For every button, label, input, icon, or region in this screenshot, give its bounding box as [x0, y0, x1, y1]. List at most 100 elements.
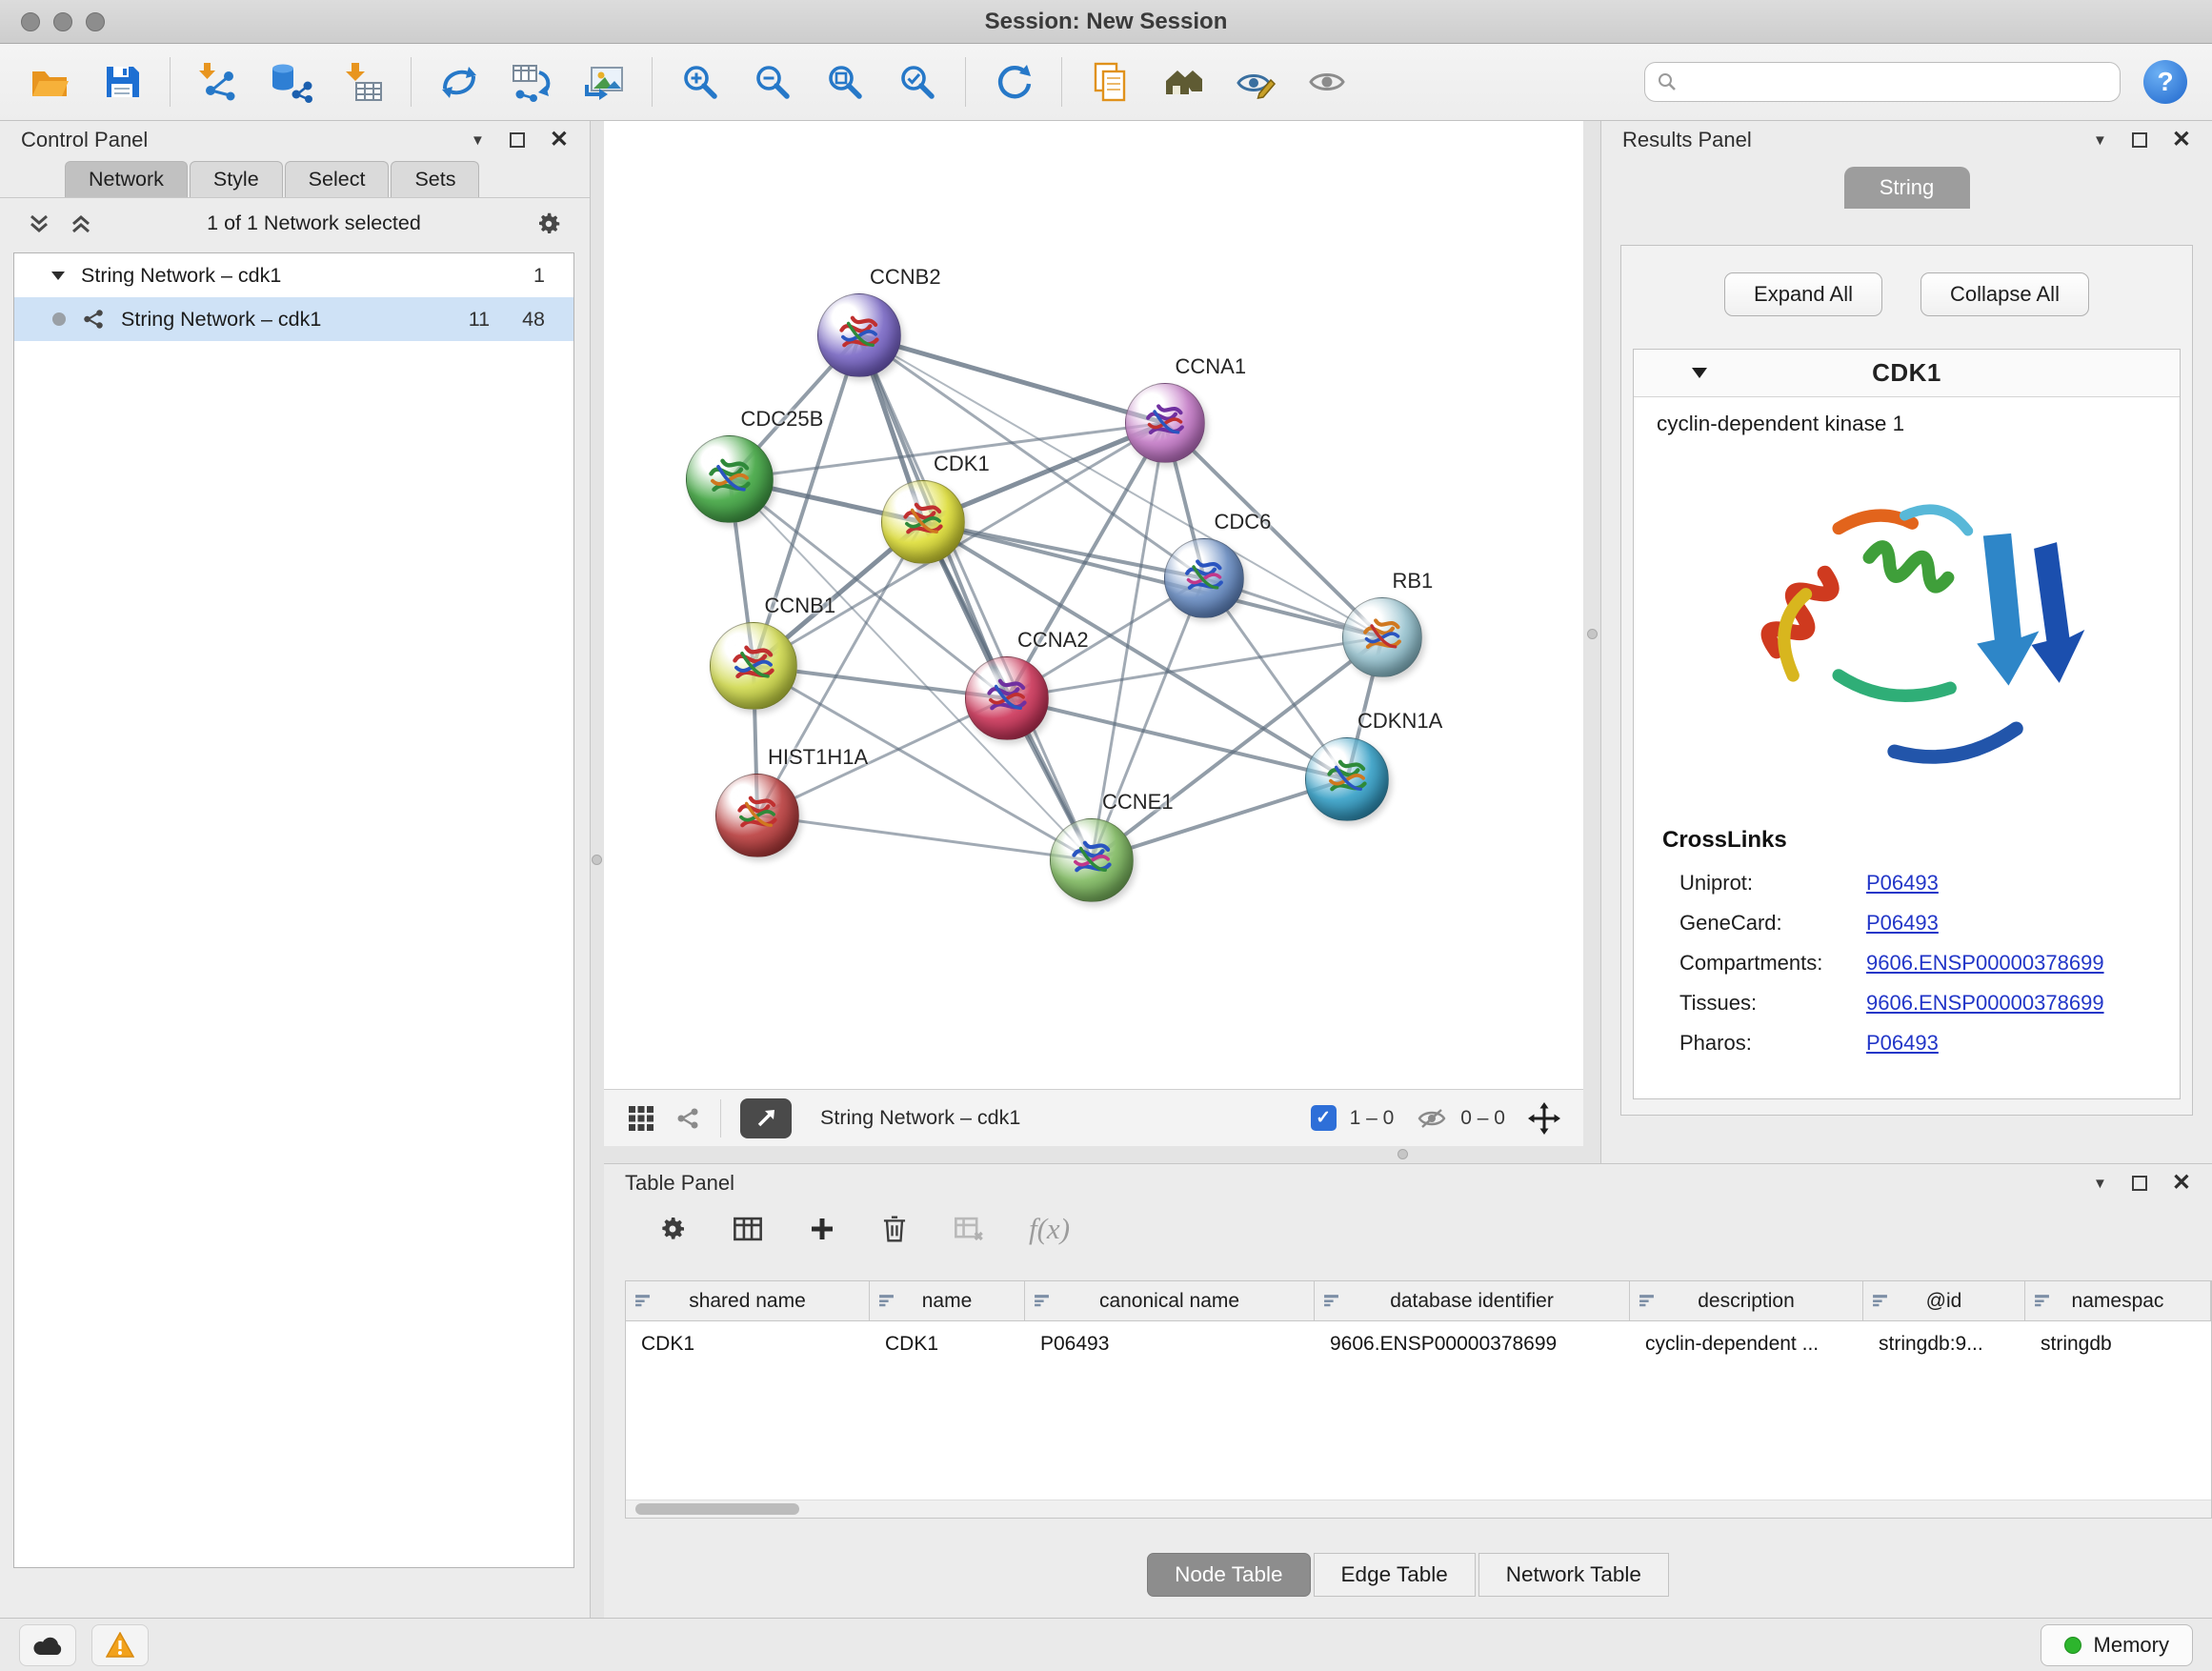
expand-all-networks-icon[interactable] [69, 212, 93, 235]
close-window-button[interactable] [21, 12, 40, 31]
network-node-rb1[interactable] [1342, 597, 1422, 677]
refresh-view-icon[interactable] [989, 57, 1038, 107]
crosslink-link[interactable]: 9606.ENSP00000378699 [1866, 991, 2104, 1016]
network-node-cdkn1a[interactable] [1305, 737, 1389, 821]
network-collection-row[interactable]: String Network – cdk1 1 [14, 253, 573, 297]
show-columns-icon[interactable] [732, 1215, 764, 1243]
import-network-from-database-icon[interactable] [266, 57, 315, 107]
column-header-name[interactable]: name [870, 1281, 1025, 1320]
panel-maximize-icon[interactable] [2132, 1176, 2147, 1191]
network-node-cdk1[interactable] [881, 480, 965, 564]
left-splitter-handle[interactable] [592, 855, 602, 865]
network-node-ccna2[interactable] [965, 656, 1049, 740]
table-settings-gear-icon[interactable] [657, 1214, 688, 1244]
import-network-from-file-icon[interactable] [193, 57, 243, 107]
home-icon[interactable] [1157, 57, 1207, 107]
create-network-from-table-icon[interactable] [507, 57, 556, 107]
zoom-in-icon[interactable] [675, 57, 725, 107]
memory-button[interactable]: Memory [2041, 1624, 2193, 1666]
save-session-icon[interactable] [97, 57, 147, 107]
function-builder-fx[interactable]: f(x) [1029, 1212, 1070, 1246]
cloud-status-button[interactable] [19, 1624, 76, 1666]
maximize-window-button[interactable] [86, 12, 105, 31]
gene-header[interactable]: CDK1 [1634, 350, 2180, 397]
network-overview-share-icon[interactable] [674, 1105, 701, 1132]
birds-eye-view-icon[interactable] [627, 1104, 655, 1133]
crosslink-link[interactable]: P06493 [1866, 871, 1939, 896]
show-graphics-details-icon[interactable] [1302, 57, 1352, 107]
column-header-namespace[interactable]: namespac [2025, 1281, 2211, 1320]
network-node-ccnb2[interactable] [817, 293, 901, 377]
crosslink-link[interactable]: 9606.ENSP00000378699 [1866, 951, 2104, 976]
bottom-splitter-handle[interactable] [1398, 1149, 1408, 1159]
gene-collapse-caret-icon[interactable] [1691, 366, 1708, 379]
network-row-selected[interactable]: String Network – cdk1 11 48 [14, 297, 573, 341]
column-header-label: @id [1926, 1290, 1962, 1313]
copy-document-icon[interactable] [1085, 57, 1135, 107]
tab-style[interactable]: Style [190, 161, 283, 197]
export-image-icon[interactable] [579, 57, 629, 107]
column-header-database-identifier[interactable]: database identifier [1315, 1281, 1630, 1320]
panel-close-icon[interactable]: ✕ [550, 129, 569, 151]
panel-maximize-icon[interactable] [510, 132, 525, 148]
horizontal-scrollbar[interactable] [626, 1500, 2211, 1518]
network-node-ccna1[interactable] [1125, 383, 1205, 463]
panel-close-icon[interactable]: ✕ [2172, 1172, 2191, 1195]
crosslink-row: Compartments: 9606.ENSP00000378699 [1634, 943, 2180, 983]
window-title: Session: New Session [0, 0, 2212, 44]
crosslink-row: GeneCard: P06493 [1634, 903, 2180, 943]
tab-node-table[interactable]: Node Table [1147, 1553, 1310, 1597]
right-splitter-handle[interactable] [1587, 629, 1598, 639]
selected-nodes-checkbox[interactable]: ✓ [1311, 1105, 1337, 1131]
network-node-label: CDKN1A [1357, 709, 1442, 734]
column-header-description[interactable]: description [1630, 1281, 1863, 1320]
column-header-id[interactable]: @id [1863, 1281, 2025, 1320]
delete-column-trash-icon[interactable] [880, 1214, 909, 1244]
network-node-cdc25b[interactable] [686, 435, 774, 523]
search-input[interactable] [1687, 70, 2108, 93]
tree-caret-icon[interactable] [50, 270, 66, 281]
panel-float-icon[interactable]: ▼ [471, 132, 485, 149]
zoom-fit-content-icon[interactable] [820, 57, 870, 107]
panel-close-icon[interactable]: ✕ [2172, 129, 2191, 151]
network-node-cdc6[interactable] [1164, 538, 1244, 618]
help-button[interactable]: ? [2143, 60, 2187, 104]
table-row[interactable]: CDK1 CDK1 P06493 9606.ENSP00000378699 cy… [626, 1321, 2211, 1367]
add-column-icon[interactable] [808, 1215, 836, 1243]
network-node-ccne1[interactable] [1050, 818, 1134, 902]
column-header-shared-name[interactable]: shared name [626, 1281, 870, 1320]
panel-float-icon[interactable]: ▼ [2093, 1176, 2107, 1192]
pan-crosshair-icon[interactable] [1528, 1102, 1560, 1135]
panel-maximize-icon[interactable] [2132, 132, 2147, 148]
import-table-from-file-icon[interactable] [338, 57, 388, 107]
open-session-icon[interactable] [25, 57, 74, 107]
expand-all-button[interactable]: Expand All [1724, 272, 1882, 316]
results-tab-string[interactable]: String [1844, 167, 1970, 209]
detach-view-button[interactable] [740, 1098, 792, 1138]
warnings-button[interactable] [91, 1624, 149, 1666]
tab-network[interactable]: Network [65, 161, 188, 197]
collapse-all-networks-icon[interactable] [27, 212, 51, 235]
hide-graphics-details-icon[interactable] [1230, 57, 1279, 107]
zoom-selected-icon[interactable] [893, 57, 942, 107]
crosslink-link[interactable]: P06493 [1866, 1031, 1939, 1056]
panel-float-icon[interactable]: ▼ [2093, 132, 2107, 149]
network-canvas[interactable]: CCNB2CCNA1CDC25BCDK1CDC6RB1CCNB1CCNA2CDK… [604, 121, 1583, 1089]
first-neighbors-icon[interactable] [434, 57, 484, 107]
network-options-gear-icon[interactable] [534, 210, 563, 238]
tab-select[interactable]: Select [285, 161, 390, 197]
network-node-hist1h1a[interactable] [715, 774, 799, 857]
tab-network-table[interactable]: Network Table [1478, 1553, 1669, 1597]
crosslink-link[interactable]: P06493 [1866, 911, 1939, 936]
minimize-window-button[interactable] [53, 12, 72, 31]
control-panel: Control Panel ▼ ✕ Network Style Select S… [0, 121, 591, 1618]
collapse-all-button[interactable]: Collapse All [1920, 272, 2089, 316]
search-field[interactable] [1644, 62, 2121, 102]
column-header-label: description [1698, 1290, 1795, 1313]
scrollbar-thumb[interactable] [635, 1503, 799, 1515]
tab-edge-table[interactable]: Edge Table [1314, 1553, 1476, 1597]
column-header-canonical-name[interactable]: canonical name [1025, 1281, 1315, 1320]
network-node-ccnb1[interactable] [710, 622, 797, 710]
tab-sets[interactable]: Sets [391, 161, 479, 197]
zoom-out-icon[interactable] [748, 57, 797, 107]
